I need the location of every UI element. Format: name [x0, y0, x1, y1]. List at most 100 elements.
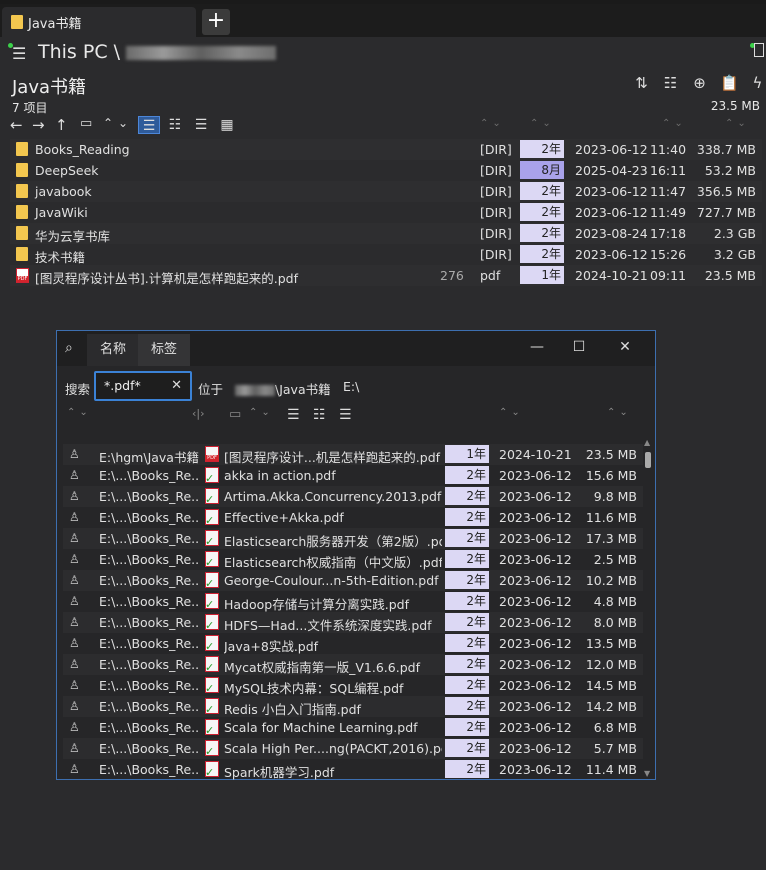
sort-age-icon[interactable]: ⌃⌄: [530, 118, 555, 129]
sort-name-icon[interactable]: ⌃⌄: [249, 407, 274, 418]
scrollbar-thumb[interactable]: [645, 452, 651, 468]
drive-selector[interactable]: E:\: [343, 379, 359, 394]
list-item[interactable]: 技术书籍 [DIR] 2年 2023-06-12 15:26 3.2 GB: [10, 244, 762, 265]
scroll-up-icon[interactable]: ▲: [644, 438, 650, 447]
sort-icon[interactable]: ⇅: [633, 74, 650, 92]
minimize-icon[interactable]: —: [527, 337, 547, 357]
table-row[interactable]: ♙ E:\...\Books_Re... Redis 小白入门指南.pdf 2年 202…: [63, 696, 643, 717]
tree-view-icon[interactable]: ☰: [190, 116, 212, 134]
maximize-icon[interactable]: ☐: [569, 337, 589, 357]
details-view-icon[interactable]: ☰: [287, 407, 300, 423]
table-row[interactable]: ♙ E:\hgm\Java书籍 [图灵程序设计...机是怎样跑起来的.pdf 1年 20…: [63, 444, 643, 465]
forward-arrow-icon[interactable]: →: [32, 116, 45, 134]
sort-time-icon[interactable]: ⌃⌄: [662, 118, 687, 129]
scroll-down-icon[interactable]: ▼: [644, 769, 650, 778]
list-item[interactable]: 华为云享书库 [DIR] 2年 2023-08-24 17:18 2.3 GB: [10, 223, 762, 244]
list-item[interactable]: javabook [DIR] 2年 2023-06-12 11:47 356.5…: [10, 181, 762, 202]
list-options-icon[interactable]: ☷: [662, 74, 679, 92]
pdf-synced-icon: [205, 509, 219, 527]
age-badge: 2年: [445, 550, 489, 568]
lightning-icon[interactable]: ϟ: [749, 74, 766, 92]
list-item[interactable]: Books_Reading [DIR] 2年 2023-06-12 11:40 …: [10, 139, 762, 160]
pin-icon[interactable]: ♙: [69, 636, 80, 650]
chevron-up-icon[interactable]: ⌃: [103, 116, 113, 130]
close-icon[interactable]: ✕: [615, 337, 635, 357]
menu-icon[interactable]: ☰: [12, 44, 26, 63]
table-row[interactable]: ♙ E:\...\Books_Re... Mycat权威指南第一版_V1.6.6.p…: [63, 654, 643, 675]
plus-circle-icon[interactable]: ⊕: [691, 74, 708, 92]
clear-icon[interactable]: ✕: [171, 378, 182, 393]
table-row[interactable]: ♙ E:\...\Books_Re... Effective+Akka.pdf 2年 2…: [63, 507, 643, 528]
tab-tags[interactable]: 标签: [138, 334, 191, 366]
tab-java-books[interactable]: Java书籍: [2, 7, 196, 37]
pin-icon[interactable]: ♙: [69, 489, 80, 503]
breadcrumb[interactable]: This PC \: [38, 41, 277, 63]
sort-size-icon[interactable]: ⌃⌄: [607, 407, 632, 418]
pdf-synced-icon: [205, 761, 219, 779]
sort-size-icon[interactable]: ⌃⌄: [725, 118, 750, 129]
clipboard-icon[interactable]: 📋: [720, 74, 739, 92]
sort-age-icon[interactable]: ⌃⌄: [499, 407, 524, 418]
pdf-synced-icon: [205, 467, 219, 485]
result-location: E:\...\Books_Re...: [99, 678, 199, 693]
pin-icon[interactable]: ♙: [69, 657, 80, 671]
list-view-icon[interactable]: ☷: [313, 407, 326, 423]
age-badge: 2年: [445, 508, 489, 526]
table-row[interactable]: ♙ E:\...\Books_Re... Scala for Machine Lea…: [63, 717, 643, 738]
pin-icon[interactable]: ♙: [69, 468, 80, 482]
folder-outline-icon[interactable]: ▭: [80, 116, 92, 131]
result-location: E:\...\Books_Re...: [99, 741, 199, 756]
result-name: MySQL技术内幕：SQL编程.pdf: [224, 681, 404, 696]
pin-icon[interactable]: ♙: [69, 762, 80, 776]
pin-icon[interactable]: ♙: [69, 552, 80, 566]
folder-outline-icon[interactable]: ▭: [229, 407, 241, 422]
table-row[interactable]: ♙ E:\...\Books_Re... akka in action.pdf 2年 2…: [63, 465, 643, 486]
table-row[interactable]: ♙ E:\...\Books_Re... Artima.Akka.Concurren…: [63, 486, 643, 507]
sort-type-icon[interactable]: ⌃⌄: [480, 118, 505, 129]
table-row[interactable]: ♙ E:\...\Books_Re... Hadoop存储与计算分离实践.pdf 2年…: [63, 591, 643, 612]
pin-icon[interactable]: ♙: [69, 615, 80, 629]
table-row[interactable]: ♙ E:\...\Books_Re... HDFS—Had...文件系统深度实践.p…: [63, 612, 643, 633]
panel-icon[interactable]: [754, 43, 764, 57]
file-name: javabook: [35, 184, 92, 199]
chevron-down-icon[interactable]: ⌄: [118, 116, 128, 130]
file-time: 15:26: [650, 247, 687, 262]
table-row[interactable]: ♙ E:\...\Books_Re... George-Coulour...n-5t…: [63, 570, 643, 591]
table-row[interactable]: ♙ E:\...\Books_Re... Elasticsearch服务器开发（第2…: [63, 528, 643, 549]
list-item[interactable]: JavaWiki [DIR] 2年 2023-06-12 11:49 727.7…: [10, 202, 762, 223]
table-row[interactable]: ♙ E:\...\Books_Re... Spark机器学习.pdf 2年 2023-0…: [63, 759, 643, 780]
pin-icon[interactable]: ♙: [69, 699, 80, 713]
details-view-icon[interactable]: ☰: [138, 116, 160, 134]
tab-name[interactable]: 名称: [87, 334, 140, 366]
grid-view-icon[interactable]: ▦: [216, 116, 238, 134]
list-item[interactable]: [图灵程序设计丛书].计算机是怎样跑起来的.pdf 276 pdf 1年 202…: [10, 265, 762, 286]
pin-icon[interactable]: ♙: [69, 447, 80, 461]
table-row[interactable]: ♙ E:\...\Books_Re... MySQL技术内幕：SQL编程.pdf 2年…: [63, 675, 643, 696]
new-tab-button[interactable]: +: [202, 9, 230, 35]
code-icon[interactable]: ‹|›: [192, 407, 205, 420]
breadcrumb-root[interactable]: This PC \: [38, 41, 120, 63]
file-date: 2023-08-24: [575, 226, 648, 241]
back-arrow-icon[interactable]: ←: [10, 116, 23, 134]
search-input[interactable]: *.pdf* ✕: [94, 371, 192, 401]
up-arrow-icon[interactable]: ↑: [55, 116, 68, 134]
file-name: DeepSeek: [35, 163, 99, 178]
sort-pin-icon[interactable]: ⌃⌄: [67, 407, 92, 418]
results-scrollbar[interactable]: ▲ ▼: [644, 438, 652, 778]
location-path[interactable]: \Java书籍: [235, 379, 331, 398]
table-row[interactable]: ♙ E:\...\Books_Re... Elasticsearch权威指南（中文版…: [63, 549, 643, 570]
pin-icon[interactable]: ♙: [69, 741, 80, 755]
list-view-icon[interactable]: ☷: [164, 116, 186, 134]
pin-icon[interactable]: ♙: [69, 594, 80, 608]
tree-view-icon[interactable]: ☰: [339, 407, 352, 423]
dialog-title-bar[interactable]: ⌕ 名称 标签 — ☐ ✕: [57, 331, 655, 366]
list-item[interactable]: DeepSeek [DIR] 8月 2025-04-23 16:11 53.2 …: [10, 160, 762, 181]
table-row[interactable]: ♙ E:\...\Books_Re... Java+8实战.pdf 2年 2023-06…: [63, 633, 643, 654]
table-row[interactable]: ♙ E:\...\Books_Re... Scala High Per....ng(…: [63, 738, 643, 759]
pin-icon[interactable]: ♙: [69, 720, 80, 734]
age-badge: 2年: [445, 697, 489, 715]
pin-icon[interactable]: ♙: [69, 678, 80, 692]
pin-icon[interactable]: ♙: [69, 531, 80, 545]
pin-icon[interactable]: ♙: [69, 510, 80, 524]
pin-icon[interactable]: ♙: [69, 573, 80, 587]
